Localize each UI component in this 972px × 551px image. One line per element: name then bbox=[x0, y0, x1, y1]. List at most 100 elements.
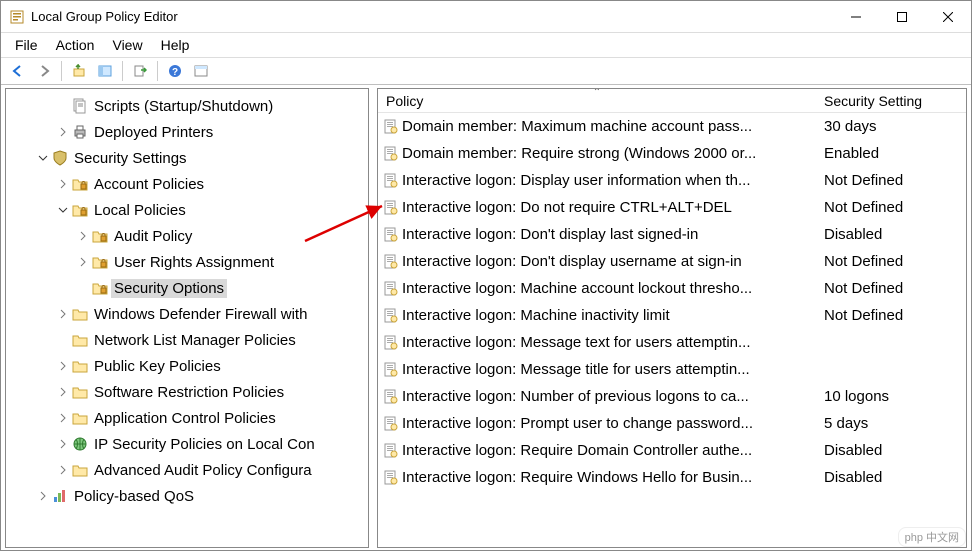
tree-item[interactable]: Network List Manager Policies bbox=[14, 327, 368, 353]
tree-item[interactable]: Security Options bbox=[14, 275, 368, 301]
policy-icon bbox=[382, 227, 400, 243]
menu-view[interactable]: View bbox=[104, 35, 150, 55]
policy-row[interactable]: Interactive logon: Require Windows Hello… bbox=[378, 464, 966, 491]
folder-icon bbox=[72, 332, 88, 348]
policy-row[interactable]: Interactive logon: Do not require CTRL+A… bbox=[378, 194, 966, 221]
tree-item[interactable]: Software Restriction Policies bbox=[14, 379, 368, 405]
policy-setting: Not Defined bbox=[816, 307, 966, 324]
export-button[interactable] bbox=[129, 60, 151, 82]
chevron-right-icon[interactable] bbox=[77, 230, 89, 242]
tree-item[interactable]: Public Key Policies bbox=[14, 353, 368, 379]
folder-lock-icon bbox=[92, 254, 108, 270]
chevron-right-icon[interactable] bbox=[37, 490, 49, 502]
column-setting[interactable]: Security Setting bbox=[816, 89, 966, 112]
chevron-right-icon[interactable] bbox=[57, 178, 69, 190]
tree-item[interactable]: Account Policies bbox=[14, 171, 368, 197]
chevron-right-icon[interactable] bbox=[57, 438, 69, 450]
toolbar-separator bbox=[122, 61, 123, 81]
policy-setting: Not Defined bbox=[816, 280, 966, 297]
tree-item-label: IP Security Policies on Local Con bbox=[91, 435, 318, 454]
folder-icon bbox=[72, 410, 88, 426]
tree-item[interactable]: User Rights Assignment bbox=[14, 249, 368, 275]
chevron-down-icon[interactable] bbox=[57, 204, 69, 216]
tree-item[interactable]: Advanced Audit Policy Configura bbox=[14, 457, 368, 483]
policy-name: Interactive logon: Message title for use… bbox=[402, 361, 816, 378]
tree-item-label: Public Key Policies bbox=[91, 357, 224, 376]
list-body[interactable]: Domain member: Maximum machine account p… bbox=[378, 113, 966, 547]
policy-row[interactable]: Interactive logon: Message title for use… bbox=[378, 356, 966, 383]
forward-button[interactable] bbox=[33, 60, 55, 82]
minimize-button[interactable] bbox=[833, 1, 879, 33]
tree-item[interactable]: Application Control Policies bbox=[14, 405, 368, 431]
maximize-button[interactable] bbox=[879, 1, 925, 33]
chevron-right-icon[interactable] bbox=[57, 464, 69, 476]
tree-item-label: Deployed Printers bbox=[91, 123, 216, 142]
policy-setting: Disabled bbox=[816, 442, 966, 459]
chevron-right-icon[interactable] bbox=[77, 256, 89, 268]
properties-button[interactable] bbox=[190, 60, 212, 82]
tree-item[interactable]: Audit Policy bbox=[14, 223, 368, 249]
policy-icon bbox=[382, 362, 400, 378]
tree-item[interactable]: Scripts (Startup/Shutdown) bbox=[14, 93, 368, 119]
tree-item[interactable]: Security Settings bbox=[14, 145, 368, 171]
tree-item[interactable]: IP Security Policies on Local Con bbox=[14, 431, 368, 457]
policy-row[interactable]: Domain member: Maximum machine account p… bbox=[378, 113, 966, 140]
watermark: php 中文网 bbox=[898, 527, 966, 547]
chevron-none-icon bbox=[57, 334, 69, 346]
policy-row[interactable]: Domain member: Require strong (Windows 2… bbox=[378, 140, 966, 167]
policy-row[interactable]: Interactive logon: Don't display last si… bbox=[378, 221, 966, 248]
policy-setting: Not Defined bbox=[816, 199, 966, 216]
policy-name: Interactive logon: Machine inactivity li… bbox=[402, 307, 816, 324]
policy-row[interactable]: Interactive logon: Machine inactivity li… bbox=[378, 302, 966, 329]
toolbar-separator bbox=[61, 61, 62, 81]
policy-row[interactable]: Interactive logon: Require Domain Contro… bbox=[378, 437, 966, 464]
chevron-right-icon[interactable] bbox=[57, 386, 69, 398]
bars-icon bbox=[52, 488, 68, 504]
policy-row[interactable]: Interactive logon: Machine account locko… bbox=[378, 275, 966, 302]
policy-icon bbox=[382, 281, 400, 297]
menu-action[interactable]: Action bbox=[48, 35, 103, 55]
chevron-none-icon bbox=[57, 100, 69, 112]
tree-pane[interactable]: Scripts (Startup/Shutdown) Deployed Print… bbox=[5, 88, 369, 548]
show-hide-tree-button[interactable] bbox=[94, 60, 116, 82]
policy-row[interactable]: Interactive logon: Prompt user to change… bbox=[378, 410, 966, 437]
splitter[interactable] bbox=[371, 86, 375, 550]
tree-item[interactable]: Windows Defender Firewall with bbox=[14, 301, 368, 327]
column-policy-label: Policy bbox=[386, 93, 423, 109]
app-icon bbox=[9, 9, 25, 25]
policy-icon bbox=[382, 146, 400, 162]
policy-icon bbox=[382, 335, 400, 351]
chevron-right-icon[interactable] bbox=[57, 412, 69, 424]
list-pane: ⌃ Policy Security Setting Domain member:… bbox=[377, 88, 967, 548]
tree-item-label: Audit Policy bbox=[111, 227, 195, 246]
policy-setting: Disabled bbox=[816, 469, 966, 486]
back-button[interactable] bbox=[7, 60, 29, 82]
chevron-right-icon[interactable] bbox=[57, 126, 69, 138]
chevron-right-icon[interactable] bbox=[57, 308, 69, 320]
column-policy[interactable]: ⌃ Policy bbox=[378, 89, 816, 112]
toolbar: ? bbox=[1, 57, 971, 85]
close-button[interactable] bbox=[925, 1, 971, 33]
policy-row[interactable]: Interactive logon: Number of previous lo… bbox=[378, 383, 966, 410]
tree-item-label: Software Restriction Policies bbox=[91, 383, 287, 402]
tree-item-label: Security Settings bbox=[71, 149, 190, 168]
up-button[interactable] bbox=[68, 60, 90, 82]
tree-item[interactable]: Policy-based QoS bbox=[14, 483, 368, 509]
tree-item-label: Windows Defender Firewall with bbox=[91, 305, 310, 324]
menu-help[interactable]: Help bbox=[153, 35, 198, 55]
tree-item[interactable]: Deployed Printers bbox=[14, 119, 368, 145]
chevron-down-icon[interactable] bbox=[37, 152, 49, 164]
policy-icon bbox=[382, 389, 400, 405]
tree-item[interactable]: Local Policies bbox=[14, 197, 368, 223]
title-bar[interactable]: Local Group Policy Editor bbox=[1, 1, 971, 33]
policy-name: Interactive logon: Message text for user… bbox=[402, 334, 816, 351]
script-icon bbox=[72, 98, 88, 114]
app-window: Local Group Policy Editor File Action Vi… bbox=[0, 0, 972, 551]
policy-row[interactable]: Interactive logon: Don't display usernam… bbox=[378, 248, 966, 275]
policy-row[interactable]: Interactive logon: Display user informat… bbox=[378, 167, 966, 194]
menu-file[interactable]: File bbox=[7, 35, 46, 55]
help-button[interactable]: ? bbox=[164, 60, 186, 82]
chevron-right-icon[interactable] bbox=[57, 360, 69, 372]
policy-setting: 5 days bbox=[816, 415, 966, 432]
policy-row[interactable]: Interactive logon: Message text for user… bbox=[378, 329, 966, 356]
